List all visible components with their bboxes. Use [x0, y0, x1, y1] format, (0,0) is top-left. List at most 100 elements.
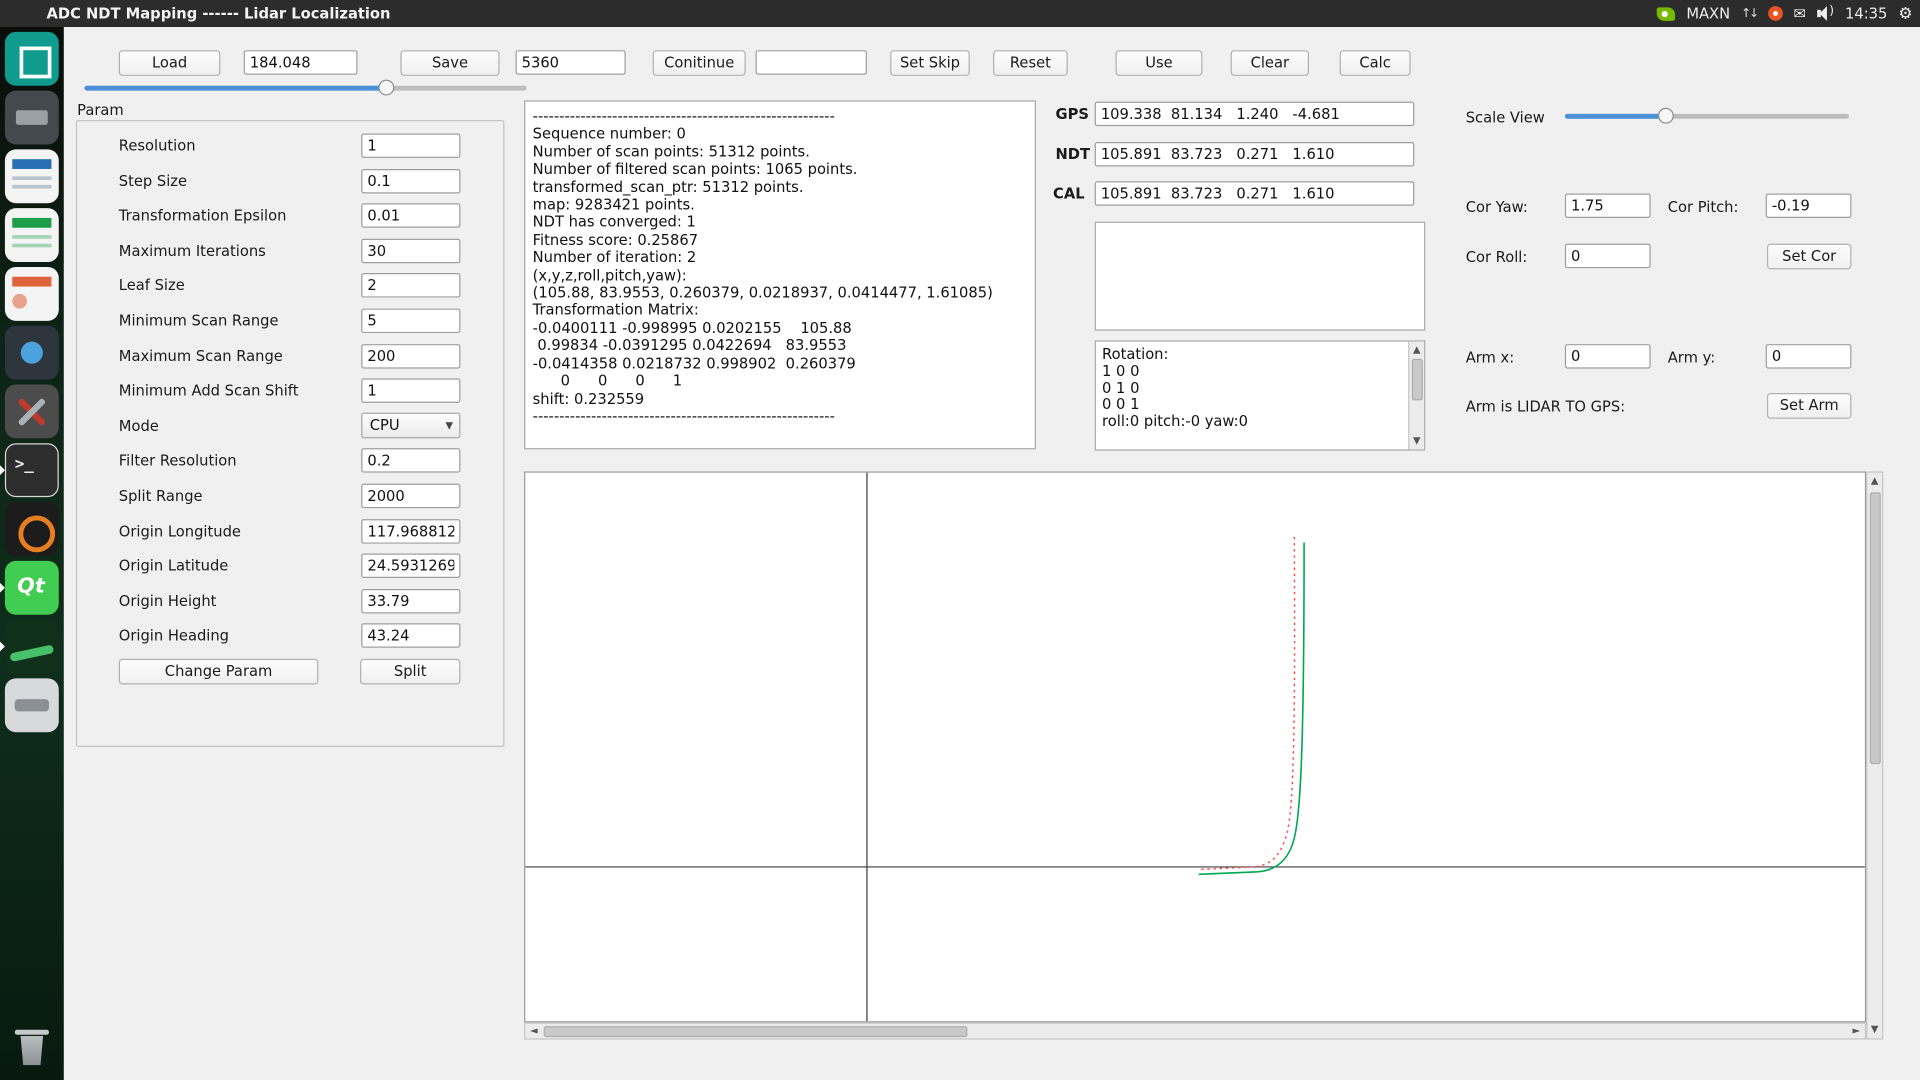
param-label-split-range: Split Range: [119, 487, 203, 504]
dock-activities-icon[interactable]: [5, 32, 59, 86]
plot-vertical-scrollbar-thumb[interactable]: [1870, 492, 1881, 764]
arm-y-label: Arm y:: [1668, 349, 1715, 366]
system-tray: MAXN ↑↓ ✉ ) 14:35 ⚙: [1657, 0, 1913, 27]
dock-disks-icon[interactable]: [5, 678, 59, 732]
chevron-down-icon: ▼: [446, 414, 454, 437]
network-arrows-icon[interactable]: ↑↓: [1741, 7, 1757, 20]
param-input-maximum-scan-range[interactable]: [361, 344, 460, 368]
split-button[interactable]: Split: [360, 659, 460, 685]
dock-impress-icon[interactable]: [5, 267, 59, 321]
param-label-filter-resolution: Filter Resolution: [119, 452, 237, 469]
rotation-text: Rotation: 1 0 0 0 1 0 0 0 1 roll:0 pitch…: [1096, 342, 1424, 436]
launcher-dock: >_ Qt: [0, 27, 64, 1080]
param-input-origin-height[interactable]: [361, 589, 460, 613]
trajectory-plot[interactable]: [524, 471, 1866, 1022]
scale-view-label: Scale View: [1466, 109, 1545, 126]
calc-button[interactable]: Calc: [1340, 50, 1411, 76]
clear-button[interactable]: Clear: [1231, 50, 1309, 76]
plot-horizontal-scrollbar[interactable]: ◄ ►: [524, 1022, 1866, 1039]
dock-qt-creator-icon[interactable]: Qt: [5, 561, 59, 615]
dock-writer-icon[interactable]: [5, 149, 59, 203]
ndt-label: NDT: [1056, 146, 1091, 163]
dock-software-icon[interactable]: [5, 326, 59, 380]
save-value-input[interactable]: [516, 50, 626, 74]
param-input-origin-latitude[interactable]: [361, 553, 460, 577]
reset-button[interactable]: Reset: [993, 50, 1068, 76]
param-input-minimum-scan-range[interactable]: [361, 309, 460, 333]
playback-slider[interactable]: [84, 86, 526, 91]
ndt-log-text: ----------------------------------------…: [525, 102, 1034, 432]
messages-icon[interactable]: ✉: [1793, 5, 1805, 22]
set-skip-button[interactable]: Set Skip: [890, 50, 970, 76]
arm-x-input[interactable]: [1565, 344, 1651, 368]
param-input-origin-longitude[interactable]: [361, 519, 460, 543]
param-input-leaf-size[interactable]: [361, 273, 460, 297]
scale-view-slider[interactable]: [1565, 114, 1849, 119]
set-cor-button[interactable]: Set Cor: [1767, 244, 1851, 270]
param-input-origin-heading[interactable]: [361, 623, 460, 647]
load-button[interactable]: Load: [119, 50, 221, 76]
param-input-filter-resolution[interactable]: [361, 448, 460, 472]
cal-label: CAL: [1053, 185, 1085, 202]
cor-yaw-input[interactable]: [1565, 193, 1651, 217]
scroll-down-icon[interactable]: ▼: [1867, 1022, 1882, 1037]
trajectory-red-dotted-path: [1201, 535, 1294, 869]
param-label-step-size: Step Size: [119, 173, 187, 190]
window-title: ADC NDT Mapping ------ Lidar Localizatio…: [47, 0, 391, 27]
use-button[interactable]: Use: [1116, 50, 1203, 76]
dock-terminal-icon[interactable]: >_: [5, 443, 59, 497]
session-gear-icon[interactable]: ⚙: [1898, 4, 1912, 22]
change-param-button[interactable]: Change Param: [119, 659, 319, 685]
param-label-minimum-scan-range: Minimum Scan Range: [119, 312, 279, 329]
param-input-maximum-iterations[interactable]: [361, 239, 460, 263]
dock-calc-icon[interactable]: [5, 208, 59, 262]
load-value-input[interactable]: [244, 50, 358, 74]
save-button[interactable]: Save: [400, 50, 499, 76]
param-input-transformation-epsilon[interactable]: [361, 203, 460, 227]
clock: 14:35: [1845, 5, 1887, 22]
cor-pitch-input[interactable]: [1766, 193, 1852, 217]
scroll-left-icon[interactable]: ◄: [527, 1024, 542, 1039]
arm-note-label: Arm is LIDAR TO GPS:: [1466, 398, 1625, 415]
mode-select-value: CPU: [370, 416, 400, 433]
dock-files-icon[interactable]: [5, 91, 59, 145]
scroll-down-icon[interactable]: ▼: [1409, 433, 1424, 448]
scale-view-slider-handle[interactable]: [1658, 108, 1674, 124]
param-input-split-range[interactable]: [361, 484, 460, 508]
scroll-up-icon[interactable]: ▲: [1409, 343, 1424, 358]
dock-orange-ring-app-icon[interactable]: [5, 502, 59, 556]
dock-green-app-icon[interactable]: [5, 620, 59, 674]
empty-preview-panel: [1095, 222, 1426, 331]
scroll-right-icon[interactable]: ►: [1849, 1024, 1864, 1039]
continue-button[interactable]: Conitinue: [653, 50, 746, 76]
rotation-scrollbar-thumb[interactable]: [1412, 359, 1423, 401]
dock-settings-icon[interactable]: [5, 384, 59, 438]
volume-icon[interactable]: ): [1817, 6, 1834, 21]
continue-value-input[interactable]: [756, 50, 867, 74]
plot-vertical-scrollbar[interactable]: ▲ ▼: [1866, 471, 1883, 1039]
cal-value-input[interactable]: [1095, 181, 1415, 205]
param-label-mode: Mode: [119, 418, 159, 435]
mode-select[interactable]: CPU ▼: [361, 413, 460, 439]
param-label-origin-heading: Origin Heading: [119, 627, 229, 644]
param-input-minimum-add-scan-shift[interactable]: [361, 378, 460, 402]
param-input-step-size[interactable]: [361, 169, 460, 193]
scale-view-slider-fill: [1565, 114, 1665, 119]
ubuntu-indicator-icon[interactable]: [1768, 6, 1783, 21]
arm-y-input[interactable]: [1766, 344, 1852, 368]
ndt-log-panel: ----------------------------------------…: [524, 100, 1036, 449]
cor-roll-input[interactable]: [1565, 244, 1651, 268]
rotation-scrollbar[interactable]: ▲ ▼: [1408, 342, 1424, 450]
scroll-up-icon[interactable]: ▲: [1867, 474, 1882, 489]
gps-value-input[interactable]: [1095, 102, 1415, 126]
ndt-value-input[interactable]: [1095, 142, 1415, 166]
set-arm-button[interactable]: Set Arm: [1767, 393, 1851, 419]
dock-trash-icon[interactable]: [5, 1019, 59, 1073]
param-label-origin-longitude: Origin Longitude: [119, 523, 241, 540]
param-input-resolution[interactable]: [361, 133, 460, 157]
playback-slider-fill: [84, 86, 385, 91]
playback-slider-handle[interactable]: [378, 80, 394, 96]
nvidia-icon[interactable]: [1657, 7, 1675, 20]
trajectory-plot-canvas: [525, 473, 1865, 1022]
plot-horizontal-scrollbar-thumb[interactable]: [544, 1026, 968, 1037]
